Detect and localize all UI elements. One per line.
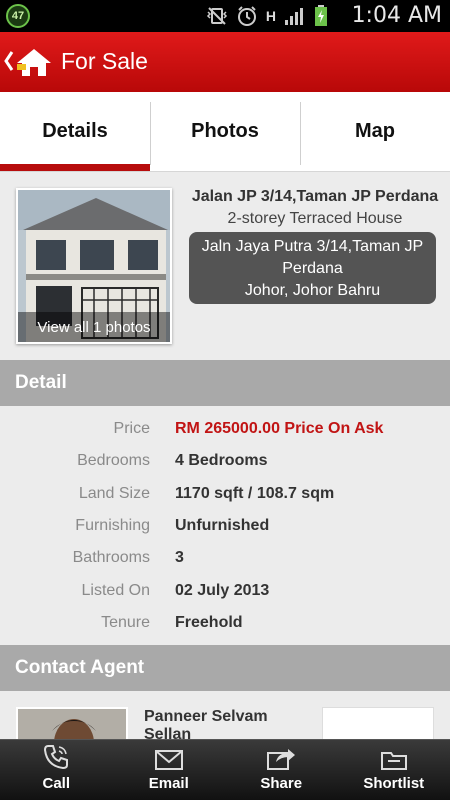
detail-value: Freehold [175, 614, 243, 631]
detail-row-land-size: Land Size 1170 sqft / 108.7 sqm [0, 478, 450, 510]
action-bar: For Sale [0, 32, 450, 92]
tab-details[interactable]: Details [0, 92, 150, 171]
call-label: Call [42, 775, 70, 792]
folder-icon [380, 752, 407, 770]
phone-icon [44, 745, 69, 770]
agent-avatar-image [18, 709, 126, 739]
agency-logo-mark [323, 708, 433, 739]
agent-name: Panneer Selvam Sellan [144, 708, 268, 739]
share-icon [267, 749, 296, 770]
back-chevron-icon[interactable] [4, 50, 14, 72]
address-box[interactable]: Jaln Jaya Putra 3/14,Taman JP Perdana Jo… [189, 232, 436, 304]
bottom-action-bar: Call Email Share Shortlist [0, 739, 450, 800]
detail-value: 3 [175, 549, 184, 566]
detail-value: Unfurnished [175, 517, 270, 534]
share-button[interactable]: Share [225, 740, 338, 800]
listing-title: Jalan JP 3/14,Taman JP Perdana [191, 188, 439, 205]
network-type-icon: H [265, 8, 276, 24]
agent-photo [16, 707, 128, 739]
notification-badge: 47 [6, 4, 30, 28]
detail-label: Furnishing [75, 517, 150, 534]
detail-row-tenure: Tenure Freehold [0, 607, 450, 639]
status-bar: 47 H 1:04 AM [0, 0, 450, 32]
alarm-icon [237, 6, 256, 26]
battery-icon [315, 5, 327, 26]
envelope-icon [154, 750, 183, 770]
share-label: Share [260, 775, 303, 792]
detail-value: 02 July 2013 [175, 582, 270, 599]
address-line-2: Perdana [282, 260, 343, 277]
detail-label: Price [113, 420, 150, 437]
shortlist-button[interactable]: Shortlist [338, 740, 450, 800]
status-icons: H [206, 4, 328, 28]
call-button[interactable]: Call [0, 740, 113, 800]
detail-label: Bedrooms [77, 452, 150, 469]
address-line-1: Jaln Jaya Putra 3/14,Taman JP [201, 238, 424, 255]
detail-label: Land Size [78, 485, 150, 502]
tab-bar: Details Photos Map [0, 92, 450, 172]
detail-row-price: Price RM 265000.00 Price On Ask [0, 413, 450, 445]
tab-photos[interactable]: Photos [150, 92, 300, 171]
listing-type: 2-storey Terraced House [227, 210, 403, 227]
price-value: RM 265000.00 Price On Ask [175, 420, 384, 437]
listing-summary: View all 1 photos Jalan JP 3/14,Taman JP… [0, 172, 450, 360]
contact-agent-header: Contact Agent [0, 645, 450, 691]
listing-photo[interactable]: View all 1 photos [16, 188, 172, 344]
email-button[interactable]: Email [113, 740, 226, 800]
shortlist-label: Shortlist [363, 775, 425, 792]
detail-label: Tenure [101, 614, 150, 631]
detail-label: Listed On [81, 582, 150, 599]
view-all-photos-caption[interactable]: View all 1 photos [18, 312, 170, 342]
email-label: Email [148, 775, 189, 792]
status-time: 1:04 AM [351, 3, 442, 28]
detail-value: 4 Bedrooms [175, 452, 268, 469]
detail-row-bathrooms: Bathrooms 3 [0, 542, 450, 574]
agency-logo [322, 707, 434, 739]
address-line-3: Johor, Johor Bahru [244, 282, 381, 299]
vibrate-icon [206, 7, 227, 25]
detail-list: Price RM 265000.00 Price On Ask Bedrooms… [0, 406, 450, 644]
page-title: For Sale [61, 48, 148, 74]
tab-map[interactable]: Map [300, 92, 450, 171]
detail-section-header: Detail [0, 360, 450, 406]
detail-label: Bathrooms [72, 549, 150, 566]
detail-value: 1170 sqft / 108.7 sqm [175, 485, 335, 502]
home-icon[interactable] [14, 46, 54, 78]
detail-row-bedrooms: Bedrooms 4 Bedrooms [0, 445, 450, 477]
signal-icon [285, 8, 303, 25]
agent-card: Panneer Selvam Sellan [0, 691, 450, 739]
detail-row-listed-on: Listed On 02 July 2013 [0, 575, 450, 607]
detail-row-furnishing: Furnishing Unfurnished [0, 510, 450, 542]
